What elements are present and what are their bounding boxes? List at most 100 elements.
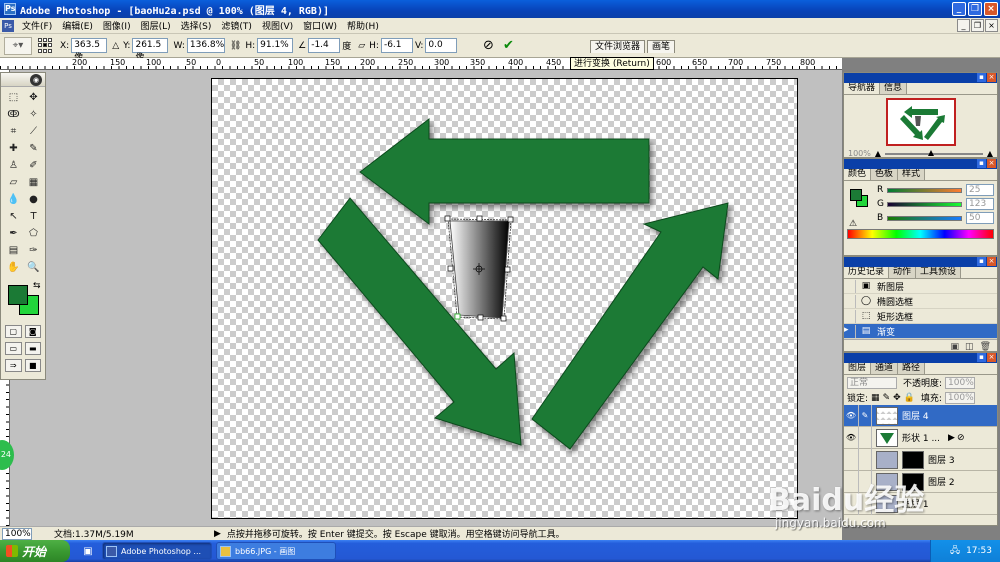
layer-row[interactable]: 图层 2 [844, 470, 997, 493]
window-title-bar[interactable]: Ps Adobe Photoshop - [baoHu2a.psd @ 100%… [0, 0, 1000, 18]
menu-file[interactable]: 文件(F) [17, 19, 57, 32]
panel-minimize-button[interactable]: ▪ [977, 353, 986, 362]
menu-view[interactable]: 视图(V) [257, 19, 298, 32]
menu-edit[interactable]: 编辑(E) [57, 19, 98, 32]
menu-layer[interactable]: 图层(L) [136, 19, 176, 32]
doc-close-button[interactable]: × [985, 19, 998, 32]
standard-screen-mode-icon[interactable]: ▭ [5, 342, 22, 355]
brush-tool-icon[interactable]: ✎ [25, 141, 42, 157]
gamut-warning-icon[interactable]: ⚠ [849, 219, 857, 229]
history-item-selected[interactable]: ▸ ▤ 渐变 [844, 324, 997, 339]
height-input[interactable]: 91.1% [257, 38, 294, 53]
color-spectrum-bar[interactable] [847, 229, 994, 239]
x-input[interactable]: 363.5 像 [71, 38, 108, 63]
status-menu-icon[interactable]: ▶ [214, 529, 221, 539]
fill-input[interactable]: 100% [944, 391, 975, 404]
delete-state-icon[interactable]: 🗑 [980, 342, 991, 352]
menu-window[interactable]: 窗口(W) [298, 19, 342, 32]
lock-transparent-icon[interactable]: ▦ [871, 393, 880, 403]
shape-tool-icon[interactable]: ⬠ [25, 226, 42, 242]
panel-close-button[interactable]: × [987, 257, 996, 266]
new-document-from-state-icon[interactable]: ▣ [951, 342, 960, 352]
panel-title-bar[interactable]: ▪ × [844, 257, 997, 267]
tool-preset-picker[interactable]: ⌖▾ [4, 36, 32, 55]
full-screen-menu-mode-icon[interactable]: ▬ [24, 342, 41, 355]
menu-filter[interactable]: 滤镜(T) [216, 19, 257, 32]
layer-row[interactable]: 图层 1 [844, 492, 997, 515]
layer-row[interactable]: 👁 ✎ 图层 4 [844, 404, 997, 427]
document-icon[interactable]: Ps [2, 19, 14, 32]
brushes-tab[interactable]: 画笔 [647, 40, 676, 53]
color-panel-foreground-swatch[interactable] [850, 189, 862, 201]
taskbar-paint[interactable]: bb66.JPG - 画图 [216, 542, 336, 560]
slice-tool-icon[interactable]: ⟋ [25, 124, 42, 140]
tab-actions[interactable]: 动作 [889, 267, 917, 278]
red-value[interactable]: 25 [966, 184, 994, 196]
history-item[interactable]: ⬚ 矩形选框 [844, 309, 997, 324]
horizontal-ruler[interactable]: 2001501005005010015020025030035040045050… [0, 58, 842, 70]
navigator-zoom-value[interactable]: 100% [848, 149, 871, 158]
menu-image[interactable]: 图像(I) [98, 19, 136, 32]
brush-icon[interactable]: ✎ [858, 404, 872, 427]
panel-minimize-button[interactable]: ▪ [977, 159, 986, 168]
crop-tool-icon[interactable]: ⌗ [5, 124, 22, 140]
swap-colors-icon[interactable]: ⇆ [33, 281, 41, 291]
zoom-out-icon[interactable]: ▲ [875, 149, 881, 158]
blend-mode-select[interactable]: 正常 [847, 376, 897, 389]
dodge-tool-icon[interactable]: ● [25, 192, 42, 208]
layer-effects-icon[interactable]: ⊘ [957, 433, 965, 443]
panel-minimize-button[interactable]: ▪ [977, 73, 986, 82]
tab-paths[interactable]: 路径 [898, 363, 926, 374]
close-button[interactable]: × [984, 2, 998, 16]
marquee-tool-icon[interactable]: ⬚ [5, 90, 22, 106]
eyedropper-tool-icon[interactable]: ✑ [25, 243, 42, 259]
notes-tool-icon[interactable]: ▤ [5, 243, 22, 259]
panel-title-bar[interactable]: ▪ × [844, 73, 997, 83]
zoom-in-icon[interactable]: ▲ [987, 149, 993, 158]
clone-stamp-tool-icon[interactable]: ♙ [5, 158, 22, 174]
standard-mode-icon[interactable]: ▢ [5, 325, 22, 338]
tab-styles[interactable]: 样式 [898, 169, 926, 180]
healing-brush-tool-icon[interactable]: ✚ [5, 141, 22, 157]
tab-tool-presets[interactable]: 工具预设 [916, 267, 962, 278]
hand-tool-icon[interactable]: ✋ [5, 260, 22, 276]
blue-slider[interactable] [887, 215, 962, 221]
quick-mask-mode-icon[interactable]: ◙ [24, 325, 41, 338]
reference-point-locator[interactable] [38, 37, 54, 54]
move-tool-icon[interactable]: ✥ [25, 90, 42, 106]
document-size[interactable]: 文档:1.37M/5.19M [54, 527, 214, 540]
pen-tool-icon[interactable]: ✒ [5, 226, 22, 242]
path-selection-tool-icon[interactable]: ↖ [5, 209, 22, 225]
taskbar-photoshop[interactable]: Adobe Photoshop ... [102, 542, 212, 560]
layer-row[interactable]: 👁 形状 1 ... ▶ ⊘ [844, 426, 997, 449]
jump-to-imageready-icon[interactable]: ⇒ [5, 359, 22, 372]
file-browser-tab[interactable]: 文件浏览器 [590, 40, 646, 53]
menu-help[interactable]: 帮助(H) [342, 19, 384, 32]
adobe-online-icon[interactable]: ◉ [30, 74, 42, 86]
doc-restore-button[interactable]: ❐ [971, 19, 984, 32]
tab-layers[interactable]: 图层 [844, 363, 872, 374]
red-slider[interactable] [887, 187, 962, 193]
angle-input[interactable]: -1.4 [308, 38, 341, 53]
foreground-color-swatch[interactable] [8, 285, 28, 305]
tab-color[interactable]: 颜色 [844, 169, 872, 180]
clock[interactable]: 17:53 [966, 546, 992, 556]
link-slot[interactable] [858, 426, 872, 449]
lasso-tool-icon[interactable]: ↂ [5, 107, 22, 123]
blue-value[interactable]: 50 [966, 212, 994, 224]
lock-all-icon[interactable]: 🔒 [904, 393, 915, 403]
expand-effects-icon[interactable]: ▶ [948, 433, 955, 443]
magic-wand-tool-icon[interactable]: ✧ [25, 107, 42, 123]
type-tool-icon[interactable]: T [25, 209, 42, 225]
history-brush-tool-icon[interactable]: ✐ [25, 158, 42, 174]
width-input[interactable]: 136.8% [186, 38, 225, 53]
eraser-tool-icon[interactable]: ▱ [5, 175, 22, 191]
restore-button[interactable]: ❐ [968, 2, 982, 16]
lock-image-icon[interactable]: ✎ [883, 393, 891, 403]
tab-navigator[interactable]: 导航器 [844, 83, 881, 94]
document-canvas[interactable] [211, 78, 798, 519]
full-screen-mode-icon[interactable]: ■ [24, 359, 41, 372]
photoshop-icon[interactable]: Ps [4, 3, 16, 15]
network-icon[interactable]: 🖧 [950, 543, 960, 559]
history-item[interactable]: ◯ 椭圆选框 [844, 294, 997, 309]
